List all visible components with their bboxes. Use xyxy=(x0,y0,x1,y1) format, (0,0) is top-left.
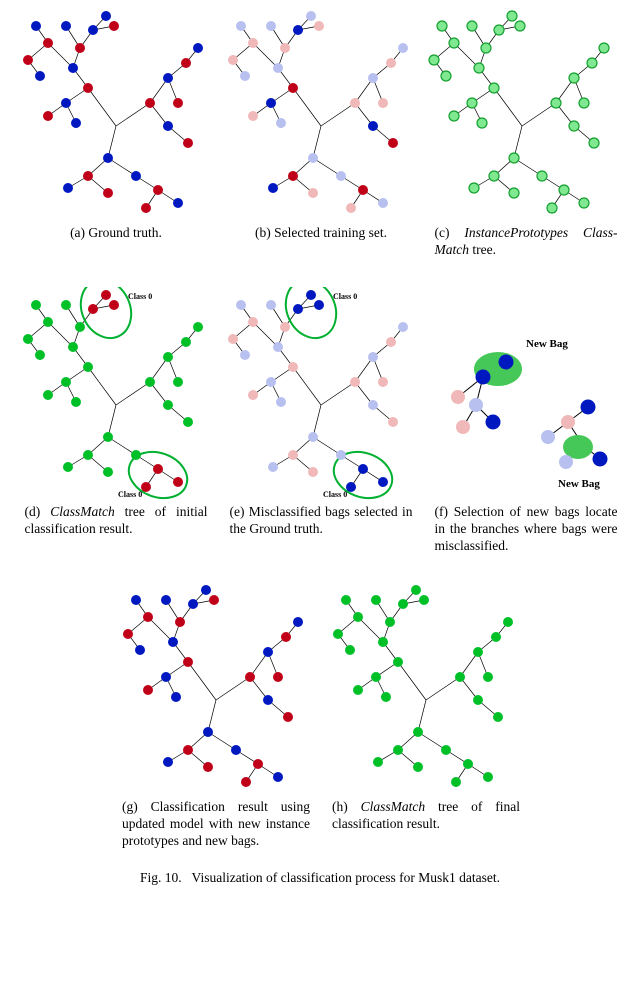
caption-g: (g) Classification result using updated … xyxy=(110,797,320,850)
subfig-e: Class 0 Class 0 (e) Misclassified bags s… xyxy=(218,287,423,555)
label-class0-e-top: Class 0 xyxy=(333,292,357,301)
subfig-h: (h) ClassMatch tree of final classificat… xyxy=(320,582,530,850)
caption-d-ital: ClassMatch xyxy=(50,504,115,519)
caption-c-post: tree. xyxy=(469,242,496,257)
caption-h-ital: ClassMatch xyxy=(361,799,426,814)
caption-a-text: Ground truth. xyxy=(85,225,162,240)
caption-e-text: Misclassified bags selected in the Groun… xyxy=(230,504,413,536)
tree-e: Class 0 Class 0 xyxy=(223,287,418,502)
label-newbag-bot: New Bag xyxy=(558,478,600,490)
caption-a-id: (a) xyxy=(70,225,85,240)
subfig-row-3: (g) Classification result using updated … xyxy=(0,582,640,850)
tree-c xyxy=(428,8,623,223)
tree-b xyxy=(223,8,418,223)
caption-h-id: (h) xyxy=(332,799,348,814)
caption-g-id: (g) xyxy=(122,799,138,814)
caption-a: (a) Ground truth. xyxy=(13,223,218,242)
caption-f: (f) Selection of new bags locate in the … xyxy=(423,502,628,555)
caption-b-text: Selected training set. xyxy=(271,225,387,240)
subfig-f: New Bag New Bag (f) Selection of new bag… xyxy=(423,287,628,555)
tree-d: Class 0 Class 0 xyxy=(18,287,213,502)
caption-c-pre xyxy=(449,225,464,240)
caption-e: (e) Misclassified bags selected in the G… xyxy=(218,502,423,538)
caption-f-id: (f) xyxy=(435,504,449,519)
subfig-b: (b) Selected training set. xyxy=(218,8,423,259)
caption-d-id: (d) xyxy=(25,504,41,519)
caption-h: (h) ClassMatch tree of final classificat… xyxy=(320,797,530,833)
caption-d: (d) ClassMatch tree of initial classific… xyxy=(13,502,218,538)
caption-b: (b) Selected training set. xyxy=(218,223,423,242)
caption-f-text: Selection of new bags locate in the bran… xyxy=(435,504,618,553)
figure-caption: Fig. 10. Visualization of classification… xyxy=(0,870,640,890)
caption-h-pre xyxy=(348,799,361,814)
label-class0-d-bot: Class 0 xyxy=(118,490,142,499)
caption-c-id: (c) xyxy=(435,225,450,240)
label-newbag-top: New Bag xyxy=(526,338,568,350)
subfig-row-2: Class 0 Class 0 (d) ClassMatch tree of i… xyxy=(0,287,640,555)
subfig-a: (a) Ground truth. xyxy=(13,8,218,259)
subfig-g: (g) Classification result using updated … xyxy=(110,582,320,850)
caption-d-pre xyxy=(40,504,50,519)
caption-b-id: (b) xyxy=(255,225,271,240)
figure-10: (a) Ground truth. xyxy=(0,0,640,890)
caption-e-id: (e) xyxy=(230,504,245,519)
subfig-d: Class 0 Class 0 (d) ClassMatch tree of i… xyxy=(13,287,218,555)
caption-c: (c) InstancePrototypes Class-Match tree. xyxy=(423,223,628,259)
fig-number: Fig. 10. xyxy=(140,870,182,885)
label-class0-d-top: Class 0 xyxy=(128,292,152,301)
tree-g xyxy=(118,582,313,797)
subfig-c: (c) InstancePrototypes Class-Match tree. xyxy=(423,8,628,259)
subfig-row-1: (a) Ground truth. xyxy=(0,8,640,259)
label-class0-e-bot: Class 0 xyxy=(323,490,347,499)
tree-a xyxy=(18,8,213,223)
fig-title: Visualization of classification process … xyxy=(192,870,500,885)
tree-f: New Bag New Bag xyxy=(428,287,623,502)
tree-h xyxy=(328,582,523,797)
caption-g-text: Classification result using updated mode… xyxy=(122,799,310,848)
